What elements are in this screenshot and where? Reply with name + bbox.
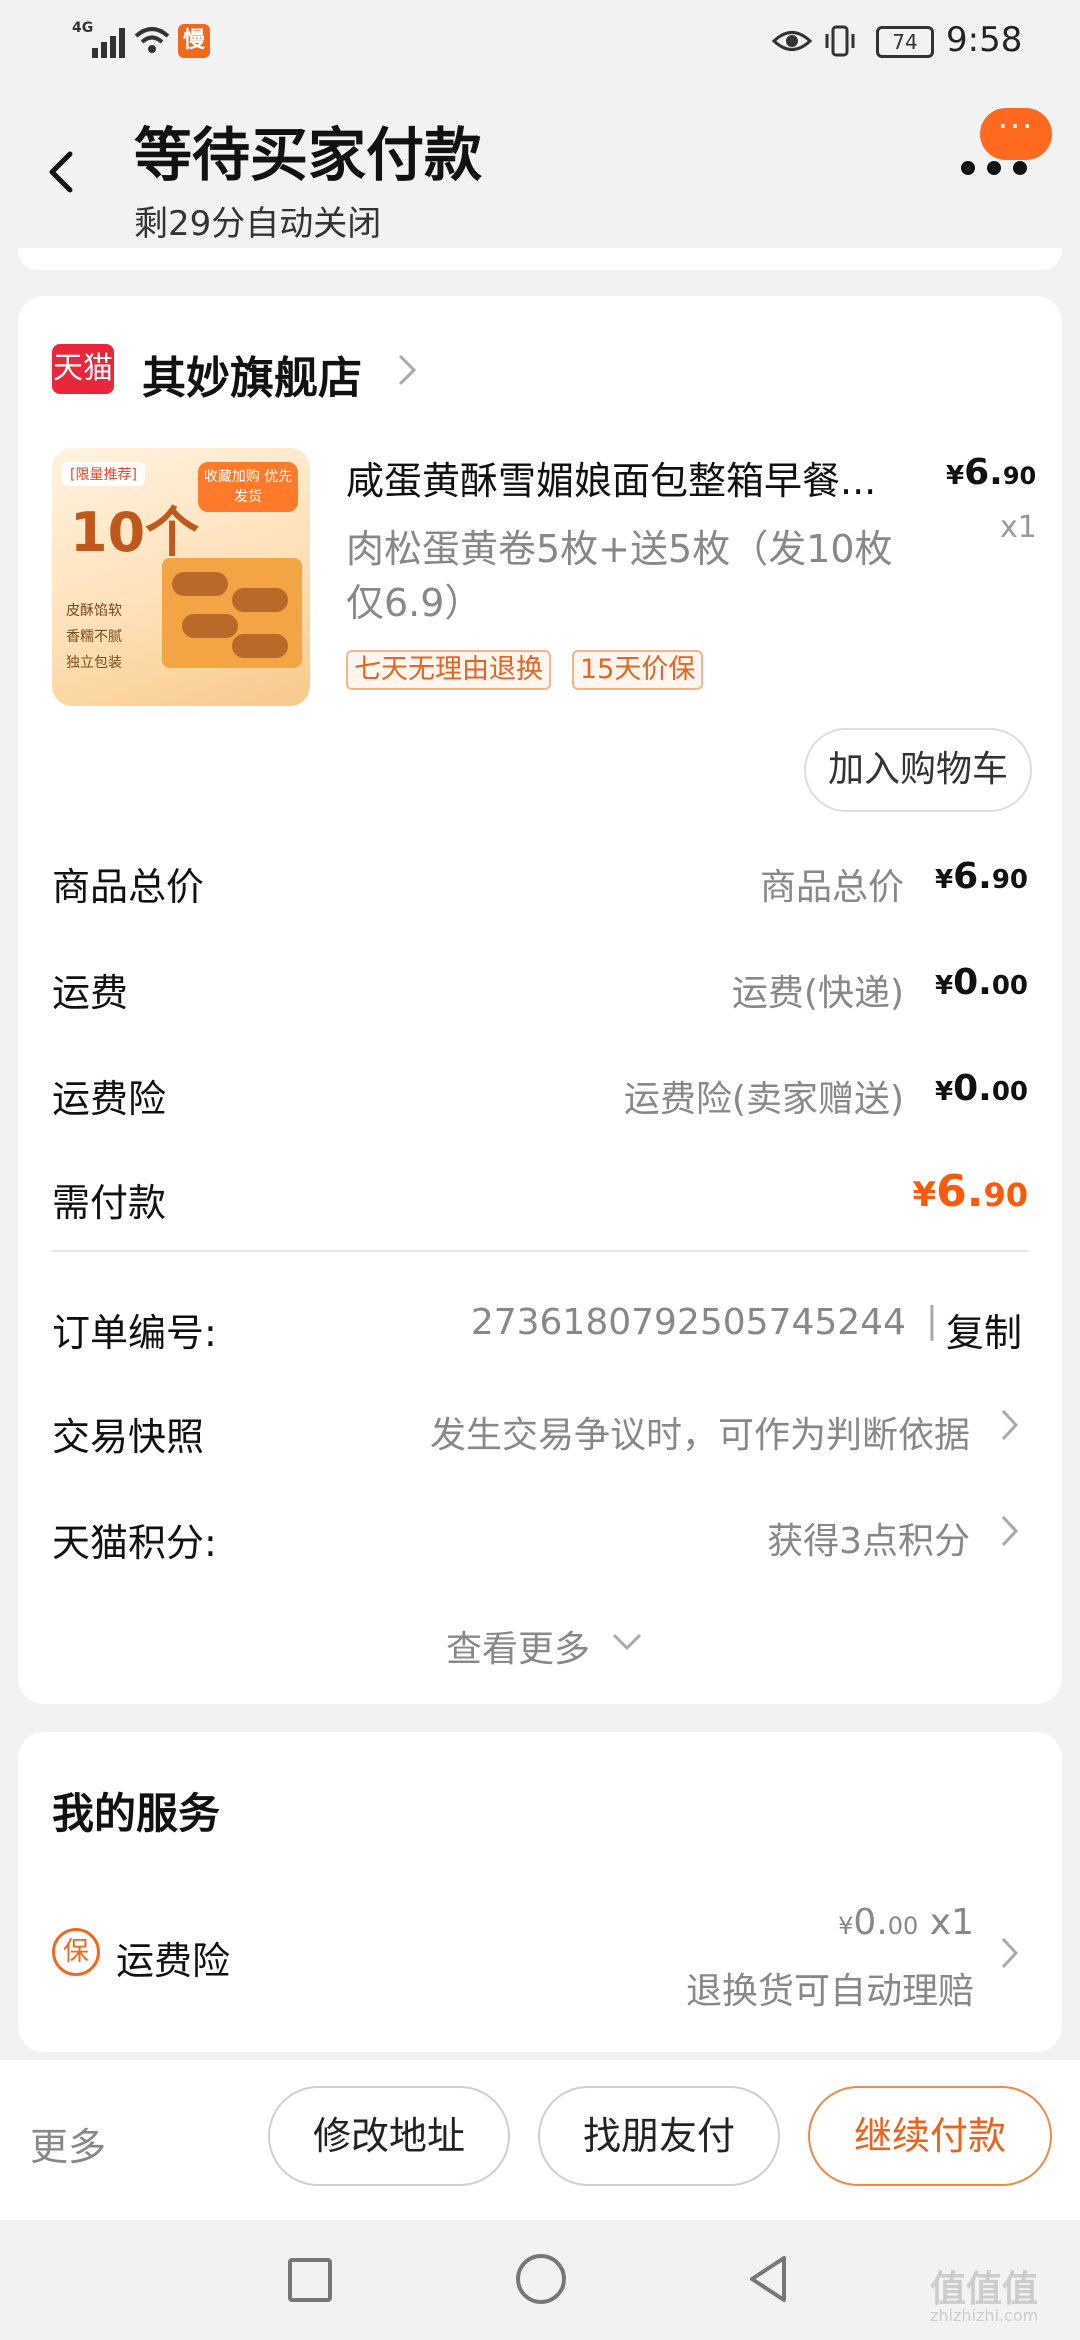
pastry-roll	[232, 634, 288, 658]
add-to-cart-button[interactable]: 加入购物车	[804, 728, 1032, 812]
shipping-value: ¥0.00	[934, 962, 1028, 1003]
see-more-button[interactable]: 查看更多	[0, 1620, 1080, 1672]
insurance-service-desc[interactable]: 退换货可自动理赔	[560, 1962, 974, 2014]
product-price: ¥6.90	[946, 452, 1037, 493]
battery-icon: 74	[876, 26, 934, 58]
tmall-points-value[interactable]: 获得3点积分	[620, 1512, 970, 1564]
feature-text: 皮酥馅软	[66, 603, 122, 619]
order-number-separator: |	[925, 1300, 938, 1341]
home-icon[interactable]	[516, 2254, 566, 2304]
address-card-edge	[18, 248, 1062, 270]
modify-address-button[interactable]: 修改地址	[268, 2086, 510, 2186]
divider	[52, 1250, 1028, 1252]
continue-payment-button[interactable]: 继续付款	[808, 2086, 1052, 2186]
tmall-points-label[interactable]: 天猫积分:	[52, 1512, 217, 1567]
insurance-service-price: ¥0.00 x1	[838, 1902, 974, 1943]
more-actions-button[interactable]: 更多	[30, 2116, 106, 2171]
nav-back-icon[interactable]	[744, 2252, 792, 2306]
shipping-insurance-value: ¥0.00	[934, 1068, 1028, 1109]
order-number-value: 2736180792505745244	[470, 1302, 906, 1343]
feature-text: 独立包装	[66, 655, 122, 671]
watermark: 值值值	[930, 2269, 1039, 2310]
trade-snapshot-desc[interactable]: 发生交易争议时，可作为判断依据	[320, 1406, 970, 1458]
product-image-features: 皮酥馅软 香糯不腻 独立包装	[66, 598, 122, 676]
network-type: 4G	[72, 20, 94, 36]
shipping-desc: 运费(快递)	[731, 973, 904, 1014]
product-image-badge: 收藏加购 优先发货	[198, 462, 298, 512]
wifi-icon	[134, 27, 170, 53]
product-quantity: x1	[1000, 510, 1037, 545]
see-more-label: 查看更多	[445, 1629, 590, 1670]
pastry-roll	[172, 572, 228, 596]
tmall-logo: 天猫	[52, 344, 114, 394]
shop-name[interactable]: 其妙旗舰店	[142, 342, 362, 406]
chevron-right-icon[interactable]	[1000, 1936, 1020, 1970]
chevron-down-icon[interactable]	[610, 1630, 644, 1654]
app-notification-icon: 慢	[178, 24, 210, 58]
total-price-label: 商品总价	[52, 865, 205, 909]
chevron-right-icon[interactable]	[1000, 1408, 1020, 1442]
copy-order-number-button[interactable]: 复制	[946, 1302, 1022, 1357]
status-bar: 4G 慢 74 9:58	[0, 0, 1080, 90]
product-box-graphic	[162, 558, 302, 668]
pastry-roll	[232, 588, 288, 612]
friend-pay-button[interactable]: 找朋友付	[538, 2086, 780, 2186]
total-price-value: ¥6.90	[934, 856, 1028, 897]
price-protection-tag: 15天价保	[572, 650, 704, 690]
product-image[interactable]: [限量推荐] 10个 收藏加购 优先发货 皮酥馅软 香糯不腻 独立包装	[52, 448, 310, 706]
shipping-label: 运费	[52, 971, 129, 1015]
amount-due-label: 需付款	[52, 1181, 167, 1225]
eye-icon	[772, 31, 812, 51]
more-dots-icon[interactable]	[960, 160, 1030, 176]
signal-icon	[92, 22, 126, 58]
insurance-service-label[interactable]: 运费险	[116, 1930, 230, 1985]
services-title: 我的服务	[52, 1789, 221, 1838]
shipping-insurance-label: 运费险	[52, 1077, 167, 1121]
back-arrow-icon[interactable]	[42, 148, 82, 196]
recents-icon[interactable]	[288, 2258, 332, 2302]
more-options-button[interactable]: ···	[980, 108, 1052, 160]
chevron-right-icon[interactable]	[396, 352, 418, 388]
watermark-url: zhizhizhi.com	[930, 2306, 1039, 2325]
return-policy-tag: 七天无理由退换	[346, 650, 551, 690]
countdown-subtitle: 剩29分自动关闭	[134, 204, 382, 244]
product-title[interactable]: 咸蛋黄酥雪媚娘面包整箱早餐...	[346, 450, 906, 505]
order-number-label: 订单编号:	[52, 1311, 217, 1355]
amount-due-value: ¥6.90	[912, 1166, 1028, 1217]
product-image-tag: [限量推荐]	[62, 462, 145, 486]
chevron-right-icon[interactable]	[1000, 1514, 1020, 1548]
vibrate-icon	[825, 25, 855, 57]
shipping-insurance-desc: 运费险(卖家赠送)	[623, 1079, 904, 1120]
product-image-count: 10个	[70, 501, 200, 564]
pastry-roll	[182, 614, 238, 638]
trade-snapshot-label[interactable]: 交易快照	[52, 1406, 204, 1461]
feature-text: 香糯不腻	[66, 629, 122, 645]
product-sku: 肉松蛋黄卷5枚+送5枚（发10枚仅6.9）	[346, 527, 893, 625]
insurance-icon: 保	[52, 1928, 100, 1976]
clock: 9:58	[946, 20, 1023, 60]
total-price-desc: 商品总价	[759, 867, 904, 908]
page-title: 等待买家付款	[134, 121, 483, 189]
